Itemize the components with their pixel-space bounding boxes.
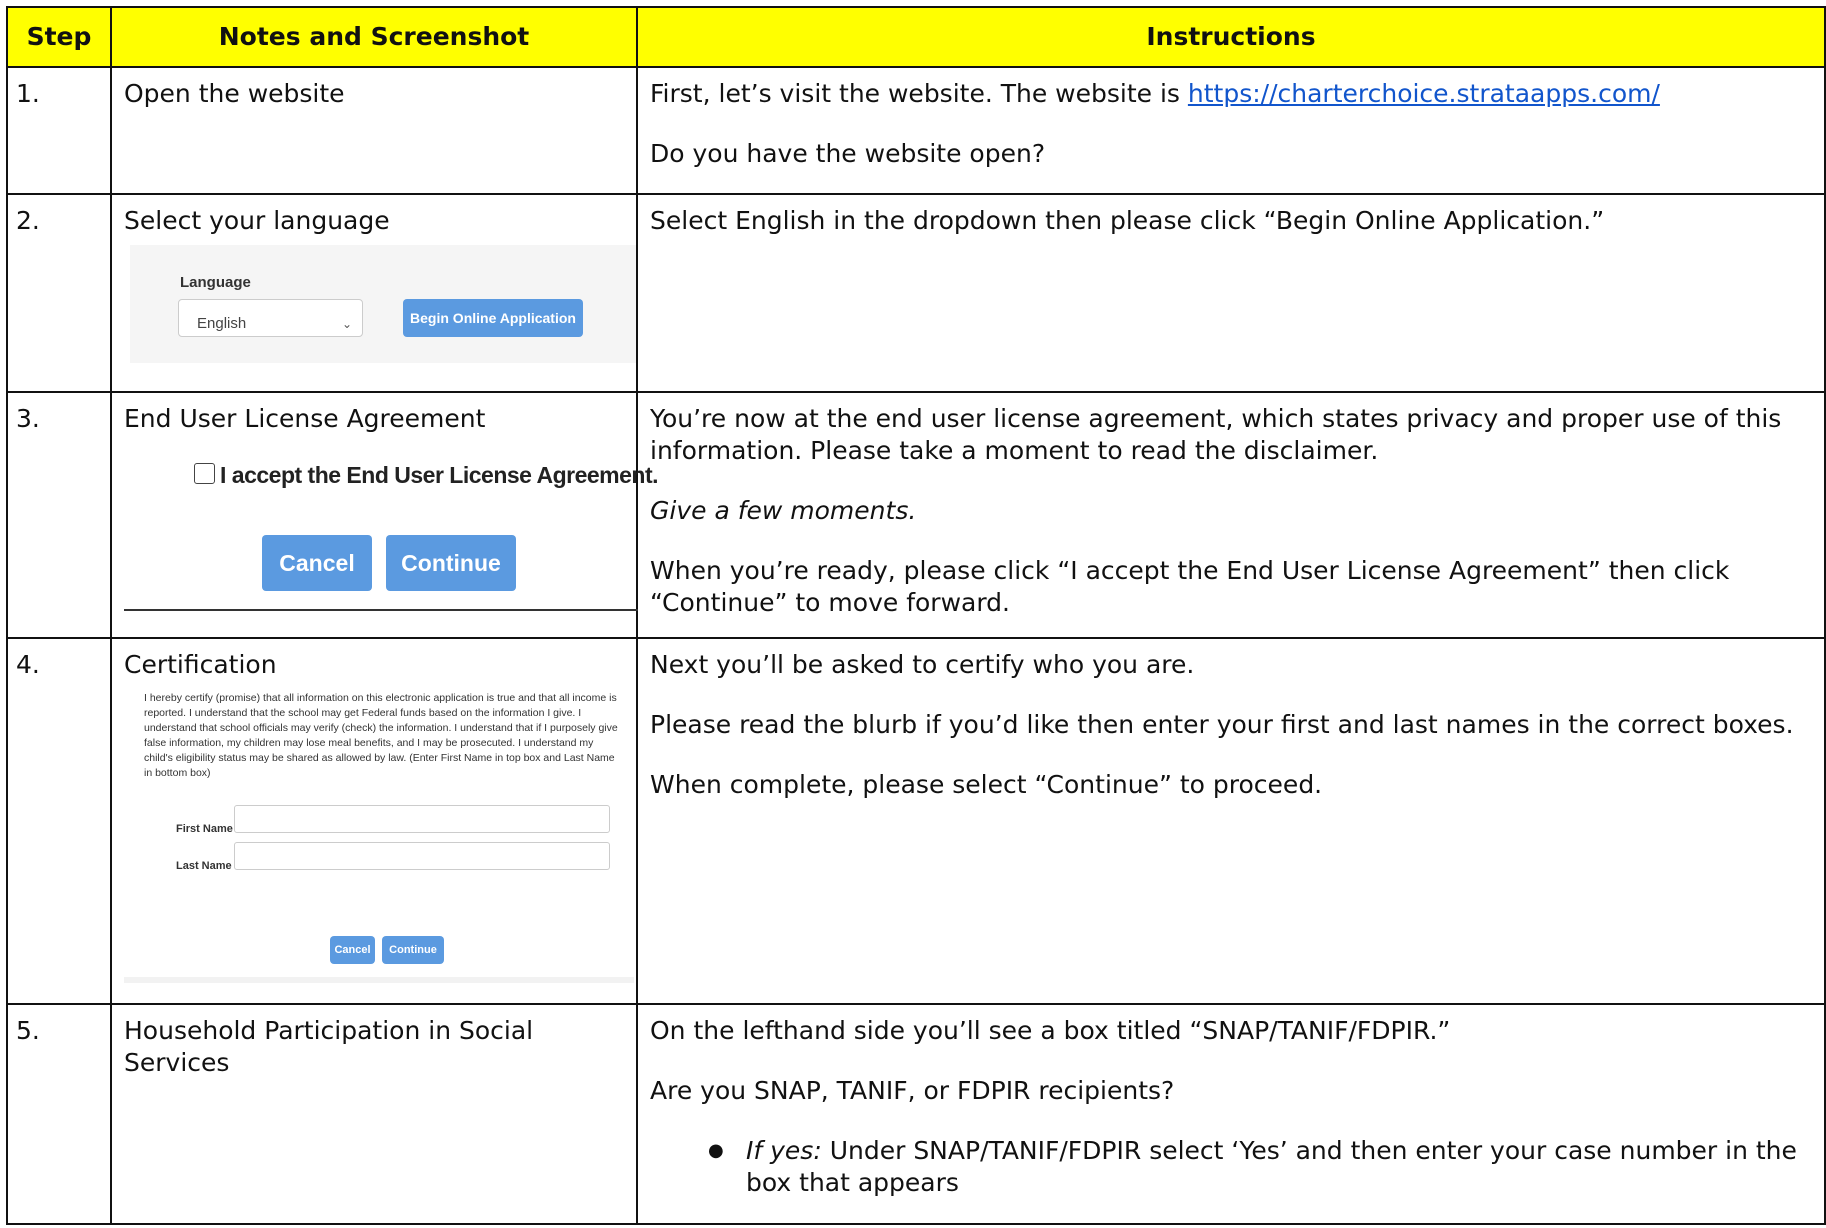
cancel-button[interactable]: Cancel: [330, 936, 375, 964]
continue-button[interactable]: Continue: [382, 936, 444, 964]
step-instructions: First, let’s visit the website. The webs…: [636, 66, 1826, 195]
begin-application-button[interactable]: Begin Online Application: [403, 299, 583, 337]
instructions-table: Step Notes and Screenshot Instructions 1…: [6, 6, 1826, 1225]
table-row: 1. Open the website First, let’s visit t…: [6, 66, 1826, 195]
step-number: 1.: [6, 66, 112, 195]
step-note: Open the website: [110, 66, 638, 195]
cancel-button[interactable]: Cancel: [262, 535, 372, 591]
step-number: 3.: [6, 391, 112, 639]
instruction-text: Are you SNAP, TANIF, or FDPIR recipients…: [650, 1076, 1175, 1105]
table-row: 3. End User License Agreement I accept t…: [6, 391, 1826, 639]
step-note-cell: Select your language Language English ⌄ …: [110, 193, 638, 393]
step-instructions: Select English in the dropdown then plea…: [636, 193, 1826, 393]
bullet-item: ● If yes: Under SNAP/TANIF/FDPIR select …: [650, 1135, 1810, 1199]
step-note-cell: End User License Agreement I accept the …: [110, 391, 659, 639]
step-number: 2.: [6, 193, 112, 393]
step-note-cell: Certification I hereby certify (promise)…: [110, 637, 638, 1005]
language-select[interactable]: English ⌄: [178, 299, 363, 337]
step-note: Select your language: [124, 206, 390, 235]
last-name-label: Last Name: [176, 860, 232, 872]
step-instructions: On the lefthand side you’ll see a box ti…: [636, 1003, 1826, 1225]
step-instructions: You’re now at the end user license agree…: [636, 391, 1826, 639]
step-number: 5.: [6, 1003, 112, 1225]
step-note: Certification: [124, 650, 277, 679]
instruction-text: On the lefthand side you’ll see a box ti…: [650, 1016, 1451, 1045]
certification-blurb: I hereby certify (promise) that all info…: [144, 692, 618, 779]
eula-checkbox[interactable]: [194, 463, 215, 484]
bullet-icon: ●: [708, 1140, 724, 1161]
bullet-lead: If yes:: [746, 1136, 822, 1165]
instruction-text: First, let’s visit the website. The webs…: [650, 79, 1188, 108]
last-name-input[interactable]: [234, 842, 610, 870]
instruction-text: You’re now at the end user license agree…: [650, 404, 1782, 465]
header-instructions: Instructions: [636, 6, 1826, 68]
table-row: 5. Household Participation in Social Ser…: [6, 1003, 1826, 1225]
continue-button[interactable]: Continue: [386, 535, 516, 591]
instruction-text: When you’re ready, please click “I accep…: [650, 556, 1730, 617]
eula-checkbox-label: I accept the End User License Agreement.: [220, 462, 659, 488]
bullet-text: Under SNAP/TANIF/FDPIR select ‘Yes’ and …: [746, 1136, 1797, 1197]
chevron-down-icon: ⌄: [341, 317, 352, 331]
table-row: 2. Select your language Language English…: [6, 193, 1826, 393]
instruction-text: Next you’ll be asked to certify who you …: [650, 650, 1195, 679]
step-note: Household Participation in Social Servic…: [110, 1003, 638, 1225]
eula-screenshot: I accept the End User License Agreement.…: [124, 445, 659, 611]
instruction-text: Please read the blurb if you’d like then…: [650, 710, 1794, 739]
language-select-value: English: [197, 315, 247, 332]
language-label: Language: [180, 274, 251, 291]
step-number: 4.: [6, 637, 112, 1005]
language-screenshot: Language English ⌄ Begin Online Applicat…: [130, 245, 636, 363]
table-row: 4. Certification I hereby certify (promi…: [6, 637, 1826, 1005]
instruction-text: When complete, please select “Continue” …: [650, 770, 1323, 799]
instruction-text: Select English in the dropdown then plea…: [650, 206, 1605, 235]
step-note: End User License Agreement: [124, 404, 486, 433]
header-notes: Notes and Screenshot: [110, 6, 638, 68]
instruction-note: Give a few moments.: [650, 496, 917, 525]
table-header-row: Step Notes and Screenshot Instructions: [6, 6, 1826, 68]
first-name-input[interactable]: [234, 805, 610, 833]
step-instructions: Next you’ll be asked to certify who you …: [636, 637, 1826, 1005]
instruction-text: Do you have the website open?: [650, 139, 1046, 168]
first-name-label: First Name: [176, 823, 233, 835]
certification-screenshot: I hereby certify (promise) that all info…: [124, 691, 634, 983]
header-step: Step: [6, 6, 112, 68]
website-link[interactable]: https://charterchoice.strataapps.com/: [1188, 79, 1660, 108]
